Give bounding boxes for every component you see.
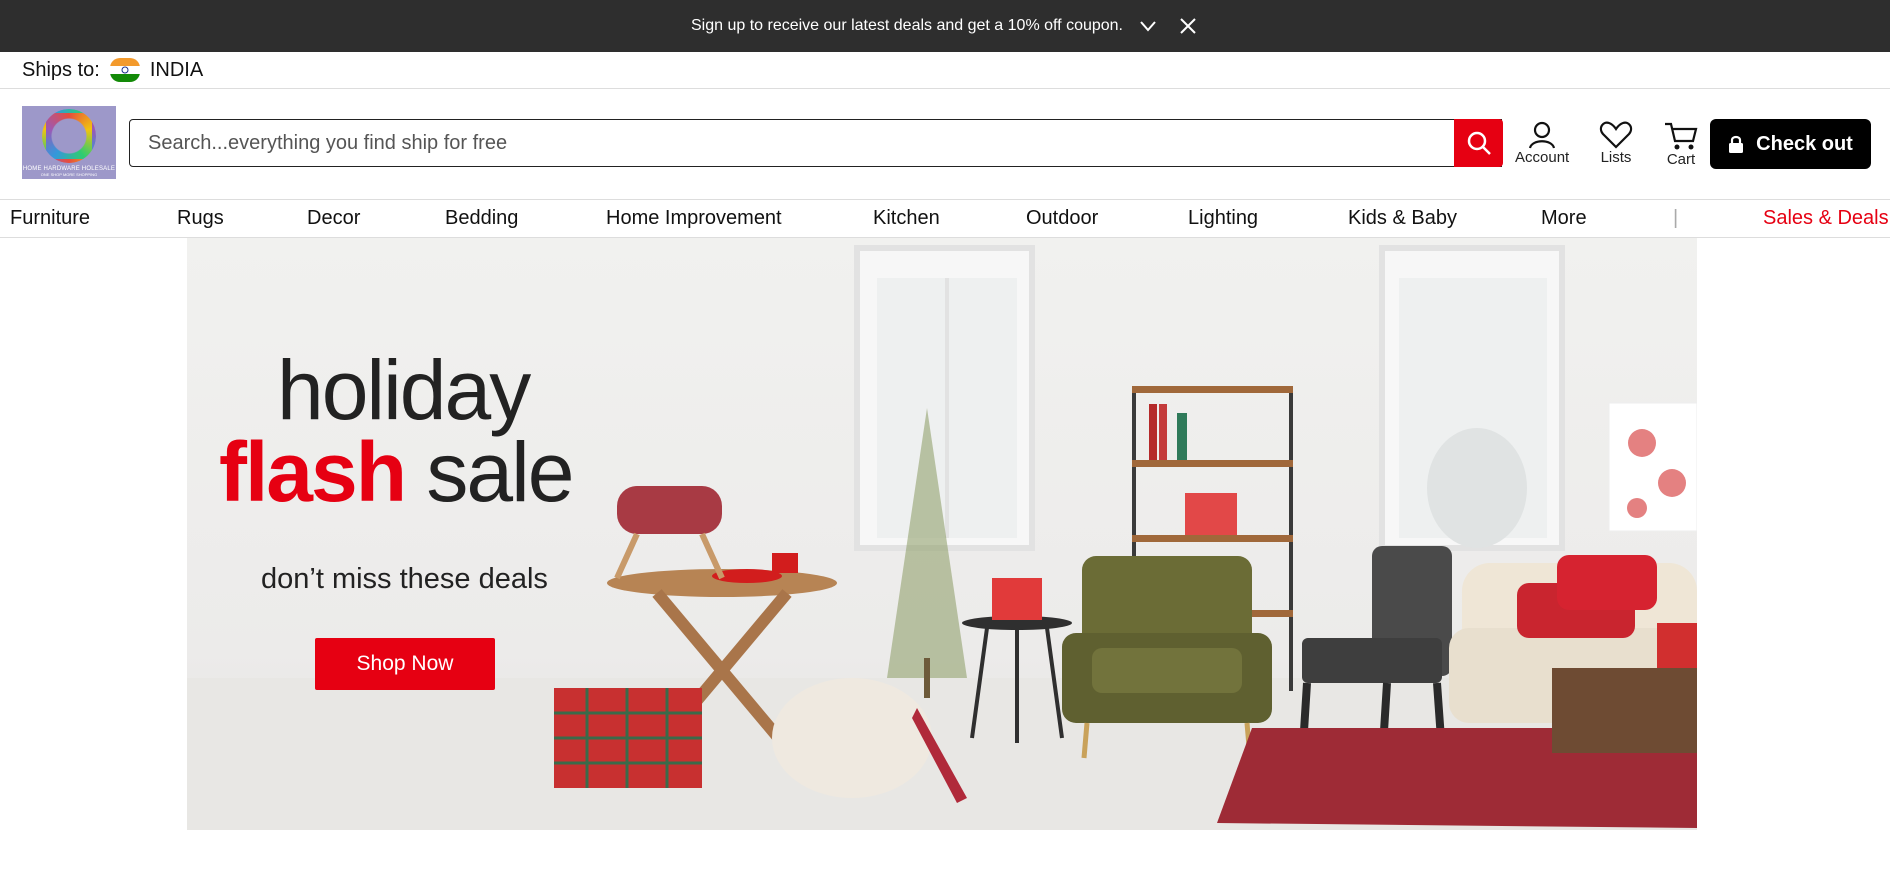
account-label: Account xyxy=(1515,149,1570,166)
search-icon xyxy=(1467,131,1491,155)
category-nav: Furniture Rugs Decor Bedding Home Improv… xyxy=(0,200,1890,238)
nav-item-more[interactable]: More xyxy=(1541,207,1587,230)
hero-subtitle: don’t miss these deals xyxy=(261,563,548,595)
account-button[interactable]: Account xyxy=(1515,121,1569,166)
checkout-label: Check out xyxy=(1756,132,1853,155)
nav-item-bedding[interactable]: Bedding xyxy=(445,207,518,230)
lock-icon xyxy=(1729,135,1744,153)
search-box xyxy=(129,119,1502,167)
hero-scene-image xyxy=(187,245,1697,830)
site-header: HOME HARDWARE HOLESALE ONE SHOP MORE SHO… xyxy=(0,89,1890,200)
search-input[interactable] xyxy=(130,130,1501,156)
hero-title-sale: sale xyxy=(426,425,574,519)
hero-title-line2: flash sale xyxy=(219,430,575,514)
nav-item-decor[interactable]: Decor xyxy=(307,207,360,230)
logo-tagline: ONE SHOP MORE SHOPPING xyxy=(40,171,98,177)
nav-separator: | xyxy=(1673,207,1679,229)
nav-item-furniture[interactable]: Furniture xyxy=(10,207,90,230)
hero-title-flash: flash xyxy=(219,425,407,519)
shop-now-button[interactable]: Shop Now xyxy=(315,638,495,690)
lists-label: Lists xyxy=(1600,149,1632,166)
hero-title-line1: holiday xyxy=(277,343,531,437)
nav-item-rugs[interactable]: Rugs xyxy=(177,207,224,230)
chevron-down-icon[interactable] xyxy=(1137,15,1159,37)
search-button[interactable] xyxy=(1454,119,1503,167)
checkout-button[interactable]: Check out xyxy=(1710,119,1871,169)
ships-to-country[interactable]: INDIA xyxy=(150,59,203,82)
cart-label: Cart xyxy=(1666,151,1696,168)
lists-button[interactable]: Lists xyxy=(1599,121,1633,166)
cart-icon xyxy=(1665,122,1698,150)
india-flag-icon[interactable] xyxy=(109,58,140,82)
promo-text[interactable]: Sign up to receive our latest deals and … xyxy=(691,17,1123,35)
ships-to-label: Ships to: xyxy=(22,58,100,81)
nav-item-lighting[interactable]: Lighting xyxy=(1188,207,1258,230)
ships-to-bar: Ships to: INDIA xyxy=(0,52,1890,89)
site-logo[interactable]: HOME HARDWARE HOLESALE ONE SHOP MORE SHO… xyxy=(22,106,116,179)
account-icon xyxy=(1529,121,1556,149)
nav-item-sales-deals[interactable]: Sales & Deals xyxy=(1763,207,1889,230)
cart-button[interactable]: Cart xyxy=(1664,121,1698,168)
nav-item-home-improvement[interactable]: Home Improvement xyxy=(606,207,782,230)
heart-icon xyxy=(1599,121,1633,149)
close-icon[interactable] xyxy=(1177,15,1199,37)
logo-ring-icon xyxy=(42,108,96,163)
nav-item-kitchen[interactable]: Kitchen xyxy=(873,207,940,230)
hero-banner[interactable]: holiday flash sale don’t miss these deal… xyxy=(187,238,1697,830)
nav-item-outdoor[interactable]: Outdoor xyxy=(1026,207,1098,230)
nav-item-kids-baby[interactable]: Kids & Baby xyxy=(1348,207,1457,230)
promo-bar: Sign up to receive our latest deals and … xyxy=(0,0,1890,52)
